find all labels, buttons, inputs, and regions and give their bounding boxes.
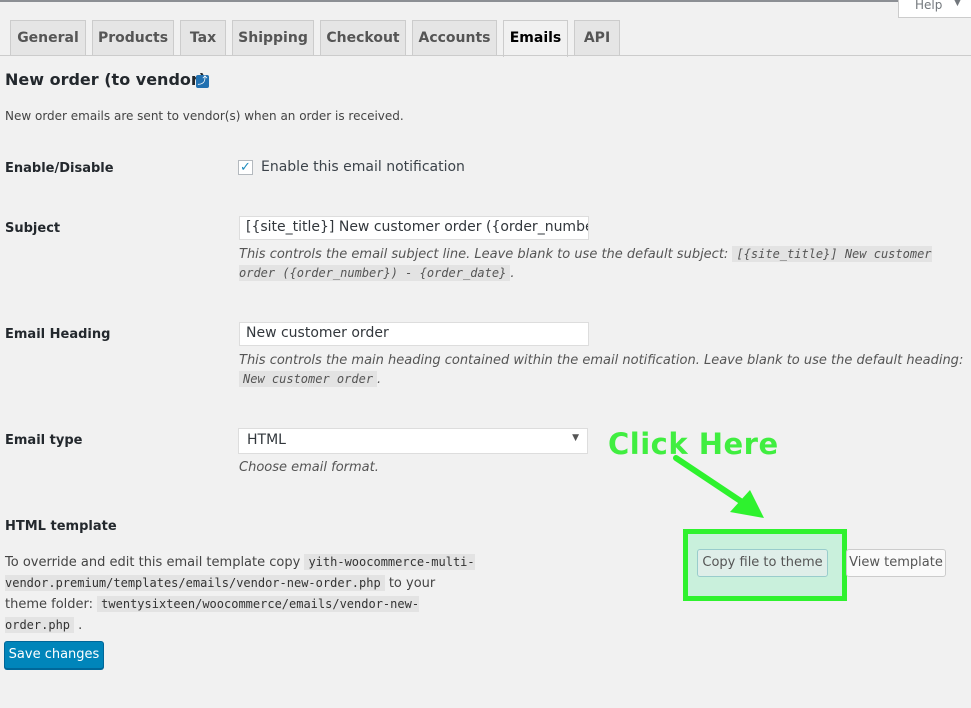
view-template-button[interactable]: View template bbox=[846, 549, 946, 577]
heading-default-code: New customer order bbox=[239, 371, 378, 387]
help-tab[interactable]: Help ▼ bbox=[898, 0, 971, 18]
page-title: New order (to vendor) bbox=[5, 70, 207, 89]
email-heading-input[interactable]: New customer order bbox=[239, 322, 589, 346]
annotation-arrow-icon bbox=[673, 455, 764, 518]
email-type-value: HTML bbox=[247, 432, 286, 448]
override-prefix: To override and edit this email template… bbox=[5, 555, 301, 570]
override-suffix: . bbox=[78, 618, 83, 633]
tab-shipping[interactable]: Shipping bbox=[232, 20, 314, 55]
help-label: Help bbox=[915, 0, 943, 12]
subject-desc-text: This controls the email subject line. Le… bbox=[239, 247, 729, 262]
enable-disable-label: Enable/Disable bbox=[5, 161, 114, 176]
email-type-description: Choose email format. bbox=[239, 460, 379, 475]
save-changes-button[interactable]: Save changes bbox=[4, 641, 104, 669]
subject-desc-suffix: . bbox=[510, 266, 515, 281]
tab-products[interactable]: Products bbox=[92, 20, 174, 55]
tab-emails[interactable]: Emails bbox=[503, 20, 568, 57]
tabs-divider bbox=[0, 55, 971, 56]
copy-file-to-theme-button[interactable]: Copy file to theme bbox=[697, 549, 828, 577]
subject-description: This controls the email subject line. Le… bbox=[239, 245, 964, 283]
heading-desc-suffix: . bbox=[377, 372, 382, 387]
subject-label: Subject bbox=[5, 221, 61, 236]
enable-notification-checkbox[interactable]: ✓ bbox=[238, 160, 253, 175]
chevron-down-icon: ▼ bbox=[954, 0, 961, 8]
checkmark-icon: ✓ bbox=[240, 160, 251, 175]
tab-checkout[interactable]: Checkout bbox=[320, 20, 406, 55]
html-template-title: HTML template bbox=[5, 519, 117, 534]
subject-input[interactable]: [{site_title}] New customer order ({orde… bbox=[239, 216, 589, 240]
tab-general[interactable]: General bbox=[10, 20, 86, 55]
tab-tax[interactable]: Tax bbox=[180, 20, 226, 55]
heading-desc-text: This controls the main heading contained… bbox=[239, 353, 964, 368]
tab-api[interactable]: API bbox=[574, 20, 620, 55]
back-link-icon[interactable]: ⤴ bbox=[196, 75, 209, 88]
email-type-label: Email type bbox=[5, 433, 83, 448]
chevron-down-icon: ▼ bbox=[572, 433, 579, 443]
email-heading-label: Email Heading bbox=[5, 327, 111, 342]
email-heading-description: This controls the main heading contained… bbox=[239, 351, 964, 389]
top-border bbox=[0, 0, 971, 2]
email-type-select[interactable]: HTML ▼ bbox=[238, 428, 588, 454]
template-override-text: To override and edit this email template… bbox=[5, 552, 475, 636]
tab-accounts[interactable]: Accounts bbox=[412, 20, 497, 55]
enable-notification-label[interactable]: Enable this email notification bbox=[261, 159, 465, 175]
page-intro: New order emails are sent to vendor(s) w… bbox=[5, 109, 404, 123]
